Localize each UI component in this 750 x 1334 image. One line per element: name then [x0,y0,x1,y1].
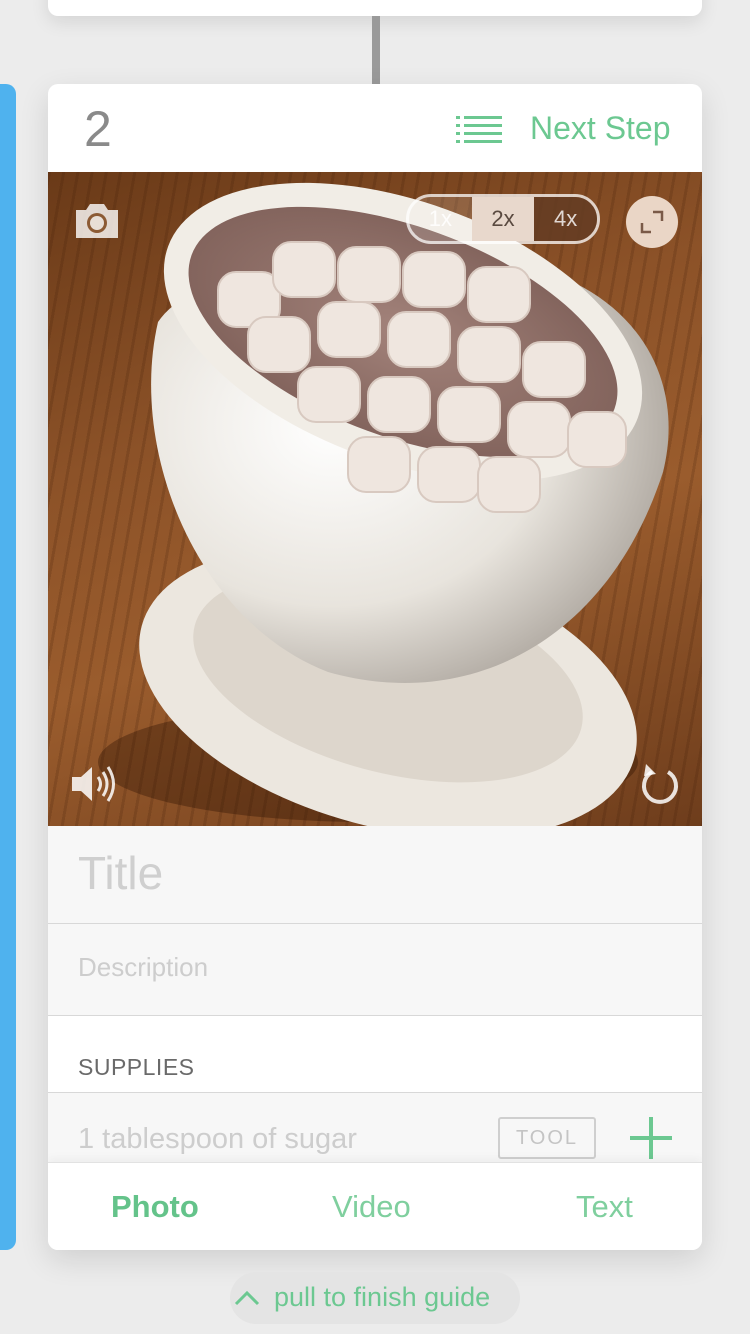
side-panel-tab[interactable] [0,84,16,1250]
expand-button[interactable] [626,196,678,248]
zoom-2x-option[interactable]: 2x [471,197,535,241]
chevron-up-icon [234,1290,260,1306]
zoom-1x-option[interactable]: 1x [409,197,472,241]
replay-icon[interactable] [640,762,680,806]
tool-toggle-button[interactable]: TOOL [498,1117,596,1159]
zoom-4x-option[interactable]: 4x [534,197,597,241]
pull-hint-label: pull to finish guide [274,1282,491,1312]
pull-to-finish-hint[interactable]: pull to finish guide [230,1272,520,1324]
list-icon[interactable] [456,114,502,144]
supply-item-row: 1 tablespoon of sugar TOOL [48,1092,702,1165]
title-input[interactable]: Title [48,826,702,924]
camera-icon[interactable] [72,200,122,242]
zoom-selector: 1x 2x 4x [406,194,600,244]
next-step-button[interactable]: Next Step [530,110,671,147]
tab-text[interactable]: Text [576,1189,633,1225]
step-card: 2 Next Step 1x 2x 4x Title Description S… [48,84,702,1250]
supplies-heading: SUPPLIES [78,1054,195,1080]
tab-video[interactable]: Video [332,1189,411,1225]
speaker-icon[interactable] [70,762,118,806]
plus-icon[interactable] [630,1117,672,1159]
step-number: 2 [84,101,112,157]
description-input[interactable]: Description [48,924,702,1016]
supply-item-input[interactable]: 1 tablespoon of sugar [78,1123,357,1156]
hot-chocolate-photo [98,182,669,826]
previous-step-card[interactable] [48,0,702,16]
media-type-tab-bar: Photo Video Text [48,1162,702,1250]
expand-icon [640,210,664,234]
step-photo[interactable]: 1x 2x 4x [48,172,702,826]
step-connector [372,16,380,86]
step-header: 2 Next Step [48,84,702,172]
tab-photo[interactable]: Photo [111,1189,199,1225]
